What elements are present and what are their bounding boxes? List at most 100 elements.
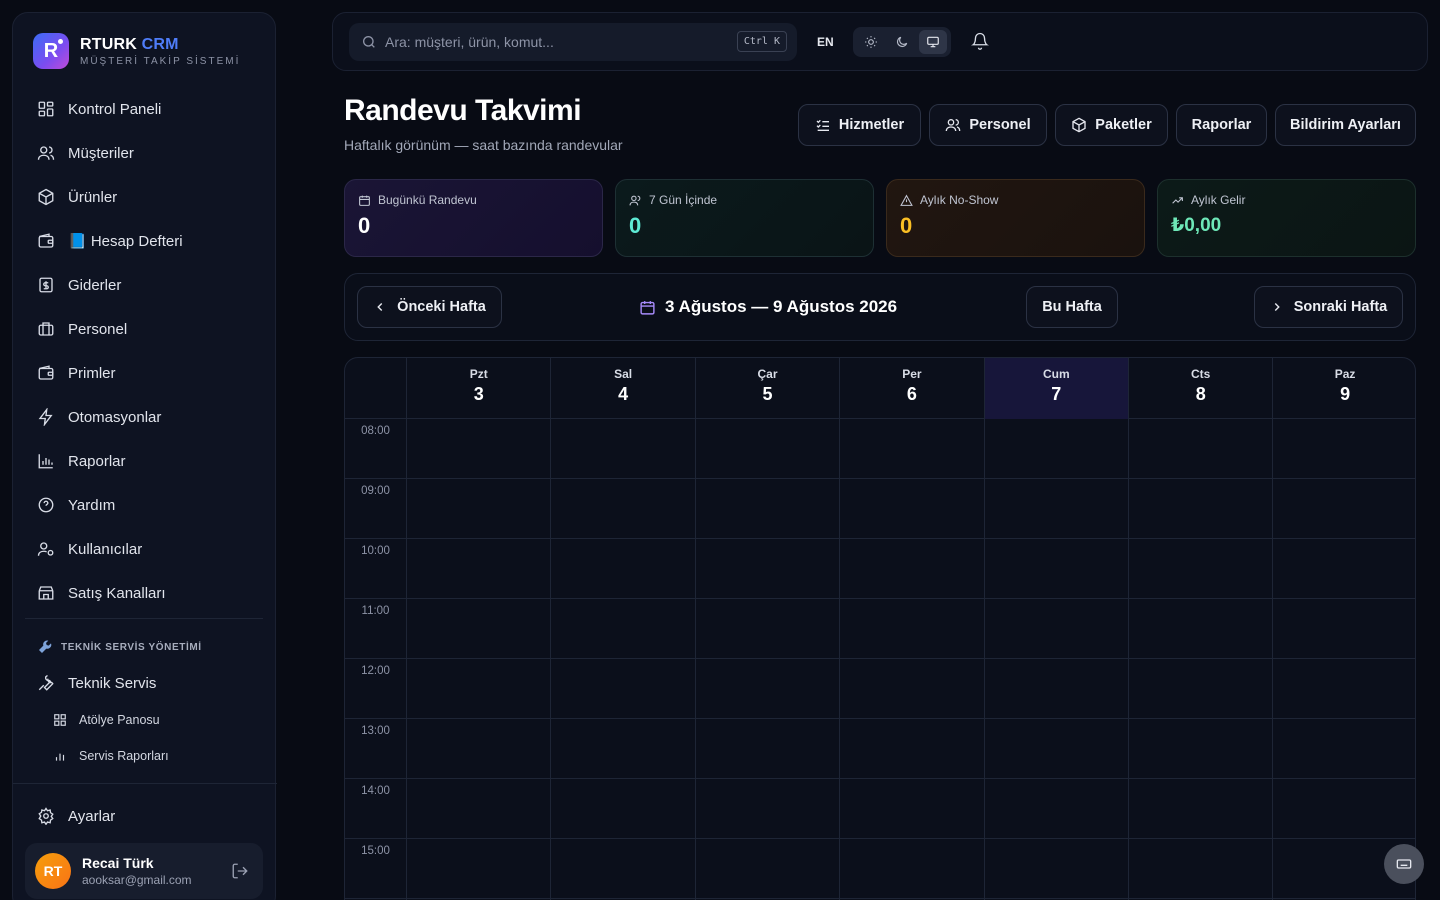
lightning-icon [37, 408, 55, 426]
sidebar-item-otomasyonlar[interactable]: Otomasyonlar [25, 395, 265, 439]
time-slot[interactable] [840, 839, 983, 898]
time-slot[interactable] [1129, 659, 1272, 718]
time-slot[interactable] [1129, 599, 1272, 658]
sidebar-item-label: Kullanıcılar [68, 540, 143, 558]
time-slot[interactable] [840, 539, 983, 598]
time-slot[interactable] [551, 719, 694, 778]
time-slot[interactable] [1129, 839, 1272, 898]
sidebar-item-kullanicilar[interactable]: Kullanıcılar [25, 527, 265, 571]
staff-button[interactable]: Personel [929, 104, 1047, 146]
sidebar-item-urunler[interactable]: Ürünler [25, 175, 265, 219]
time-slot[interactable] [696, 479, 839, 538]
sidebar-item-satis-kanallari[interactable]: Satış Kanalları [25, 571, 265, 615]
previous-week-button[interactable]: Önceki Hafta [357, 286, 502, 328]
time-slot[interactable] [985, 839, 1128, 898]
time-slot[interactable] [840, 659, 983, 718]
keyboard-shortcuts-button[interactable] [1384, 844, 1424, 884]
time-slot[interactable] [407, 539, 550, 598]
bell-icon[interactable] [971, 32, 989, 50]
sidebar-item-yardim[interactable]: Yardım [25, 483, 265, 527]
sidebar-item-raporlar[interactable]: Raporlar [25, 439, 265, 483]
notification-settings-button[interactable]: Bildirim Ayarları [1275, 104, 1416, 146]
stat-value: 0 [629, 213, 642, 238]
time-slot[interactable] [840, 779, 983, 838]
reports-button[interactable]: Raporlar [1176, 104, 1267, 146]
time-slot[interactable] [407, 659, 550, 718]
time-slot[interactable] [551, 479, 694, 538]
time-slot[interactable] [696, 419, 839, 478]
time-slot[interactable] [696, 839, 839, 898]
sidebar-item-teknik-servis[interactable]: Teknik Servis [25, 661, 265, 705]
this-week-button[interactable]: Bu Hafta [1026, 286, 1118, 328]
sidebar-item-ayarlar[interactable]: Ayarlar [25, 794, 265, 838]
time-slot[interactable] [1273, 599, 1415, 658]
time-slot[interactable] [1273, 419, 1415, 478]
next-week-button[interactable]: Sonraki Hafta [1254, 286, 1403, 328]
time-slot[interactable] [840, 479, 983, 538]
time-slot[interactable] [1129, 539, 1272, 598]
time-slot[interactable] [985, 659, 1128, 718]
time-slot[interactable] [985, 599, 1128, 658]
sidebar-item-label: Primler [68, 364, 116, 382]
time-slot[interactable] [840, 599, 983, 658]
time-slot[interactable] [1273, 539, 1415, 598]
time-slot[interactable] [1129, 779, 1272, 838]
time-slot[interactable] [985, 539, 1128, 598]
time-slot[interactable] [551, 779, 694, 838]
language-toggle[interactable]: EN [817, 35, 834, 49]
dashboard-icon [37, 100, 55, 118]
time-slot[interactable] [551, 419, 694, 478]
user-card[interactable]: RT Recai Türk aooksar@gmail.com [25, 843, 263, 899]
time-slot[interactable] [696, 599, 839, 658]
time-slot[interactable] [840, 719, 983, 778]
time-slot[interactable] [1129, 419, 1272, 478]
sidebar-subitem-servis-raporlari[interactable]: Servis Raporları [53, 749, 169, 763]
time-slot[interactable] [407, 719, 550, 778]
system-theme-button[interactable] [918, 30, 947, 54]
sidebar-item-giderler[interactable]: Giderler [25, 263, 265, 307]
search-input[interactable]: Ara: müşteri, ürün, komut... Ctrl K [349, 23, 797, 61]
sidebar-subitem-atolye-panosu[interactable]: Atölye Panosu [53, 713, 160, 727]
time-slot[interactable] [551, 599, 694, 658]
time-slot[interactable] [696, 539, 839, 598]
sidebar-item-label: Yardım [68, 496, 116, 514]
time-slot[interactable] [1273, 719, 1415, 778]
wallet-icon [37, 232, 55, 250]
sidebar-item-personel[interactable]: Personel [25, 307, 265, 351]
time-slot[interactable] [1129, 479, 1272, 538]
sidebar-item-primler[interactable]: Primler [25, 351, 265, 395]
sidebar-item-musteriler[interactable]: Müşteriler [25, 131, 265, 175]
time-slot[interactable] [551, 839, 694, 898]
time-slot[interactable] [696, 659, 839, 718]
stat-value: ₺0,00 [1171, 215, 1222, 236]
time-slot[interactable] [551, 539, 694, 598]
time-slot[interactable] [985, 779, 1128, 838]
time-slot[interactable] [696, 779, 839, 838]
time-slot[interactable] [985, 719, 1128, 778]
sidebar-item-kontrol-paneli[interactable]: Kontrol Paneli [25, 87, 265, 131]
time-slot[interactable] [985, 479, 1128, 538]
monitor-icon [926, 35, 940, 49]
time-slot[interactable] [551, 659, 694, 718]
brand[interactable]: R RTURK CRM MÜŞTERİ TAKİP SİSTEMİ [33, 33, 240, 69]
time-slot[interactable] [407, 419, 550, 478]
logout-icon[interactable] [231, 862, 249, 880]
packages-button[interactable]: Paketler [1055, 104, 1168, 146]
day-number: 7 [1051, 384, 1062, 404]
sidebar-item-hesap-defteri[interactable]: 📘 Hesap Defteri [25, 219, 265, 263]
services-button[interactable]: Hizmetler [798, 104, 921, 146]
time-slot[interactable] [985, 419, 1128, 478]
time-slot[interactable] [1273, 479, 1415, 538]
time-slot[interactable] [840, 419, 983, 478]
time-slot[interactable] [1129, 719, 1272, 778]
time-slot[interactable] [1273, 779, 1415, 838]
time-slot[interactable] [1273, 659, 1415, 718]
time-slot[interactable] [407, 839, 550, 898]
sidebar-item-label: Giderler [68, 276, 122, 294]
time-slot[interactable] [407, 599, 550, 658]
light-theme-button[interactable] [857, 30, 885, 54]
dark-theme-button[interactable] [888, 30, 916, 54]
time-slot[interactable] [407, 779, 550, 838]
time-slot[interactable] [696, 719, 839, 778]
time-slot[interactable] [407, 479, 550, 538]
